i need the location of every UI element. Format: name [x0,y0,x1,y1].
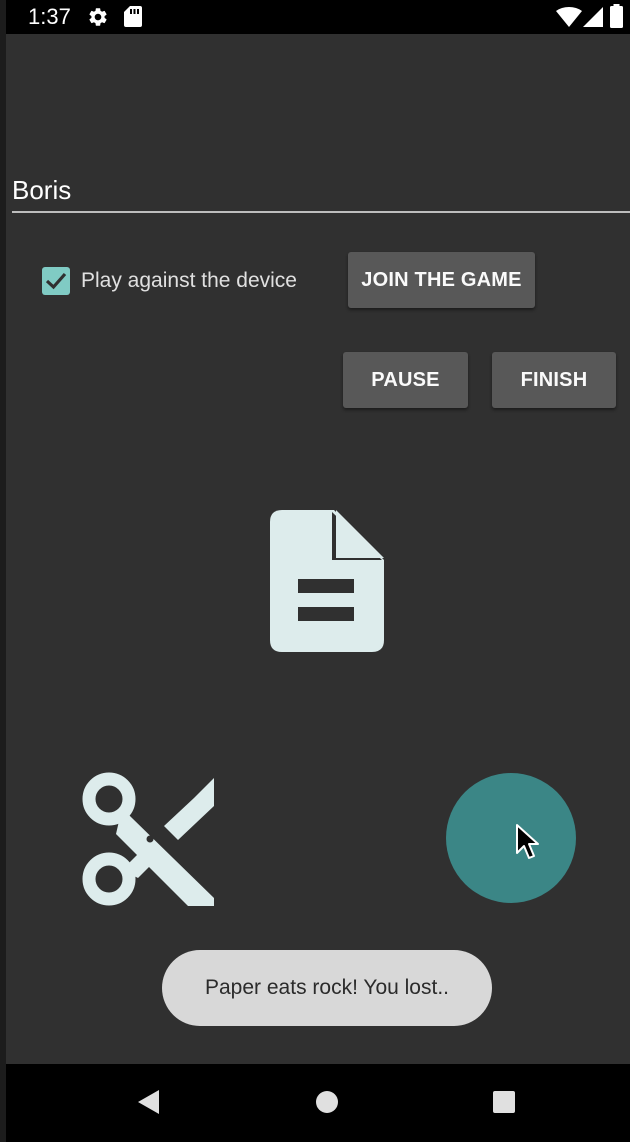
checkmark-icon [45,272,67,290]
screen-edge [0,0,6,1142]
play-against-device-checkbox[interactable] [42,267,70,295]
wifi-icon [556,7,582,27]
home-icon[interactable] [315,1090,339,1114]
rock-button[interactable] [446,773,576,903]
player-name-input[interactable] [12,169,630,213]
settings-gear-icon [89,8,107,26]
scissors-icon[interactable] [82,772,218,906]
battery-icon [610,4,623,28]
finish-button[interactable]: FINISH [492,352,616,408]
cell-signal-icon [583,7,603,27]
play-against-device-label[interactable]: Play against the device [81,267,297,295]
paper-icon[interactable] [270,510,384,652]
mouse-cursor-icon [516,824,539,859]
recents-icon[interactable] [492,1090,516,1114]
sd-card-icon [124,6,142,27]
status-time: 1:37 [28,4,71,29]
result-toast: Paper eats rock! You lost.. [162,950,492,1026]
status-bar: 1:37 [0,0,630,34]
back-icon[interactable] [136,1089,160,1115]
navigation-bar [0,1064,630,1142]
pause-button[interactable]: PAUSE [343,352,468,408]
app-screen: 1:37 Play against the device [0,0,630,1142]
join-game-button[interactable]: JOIN THE GAME [348,252,535,308]
game-screen: Play against the device JOIN THE GAME PA… [6,34,630,1064]
